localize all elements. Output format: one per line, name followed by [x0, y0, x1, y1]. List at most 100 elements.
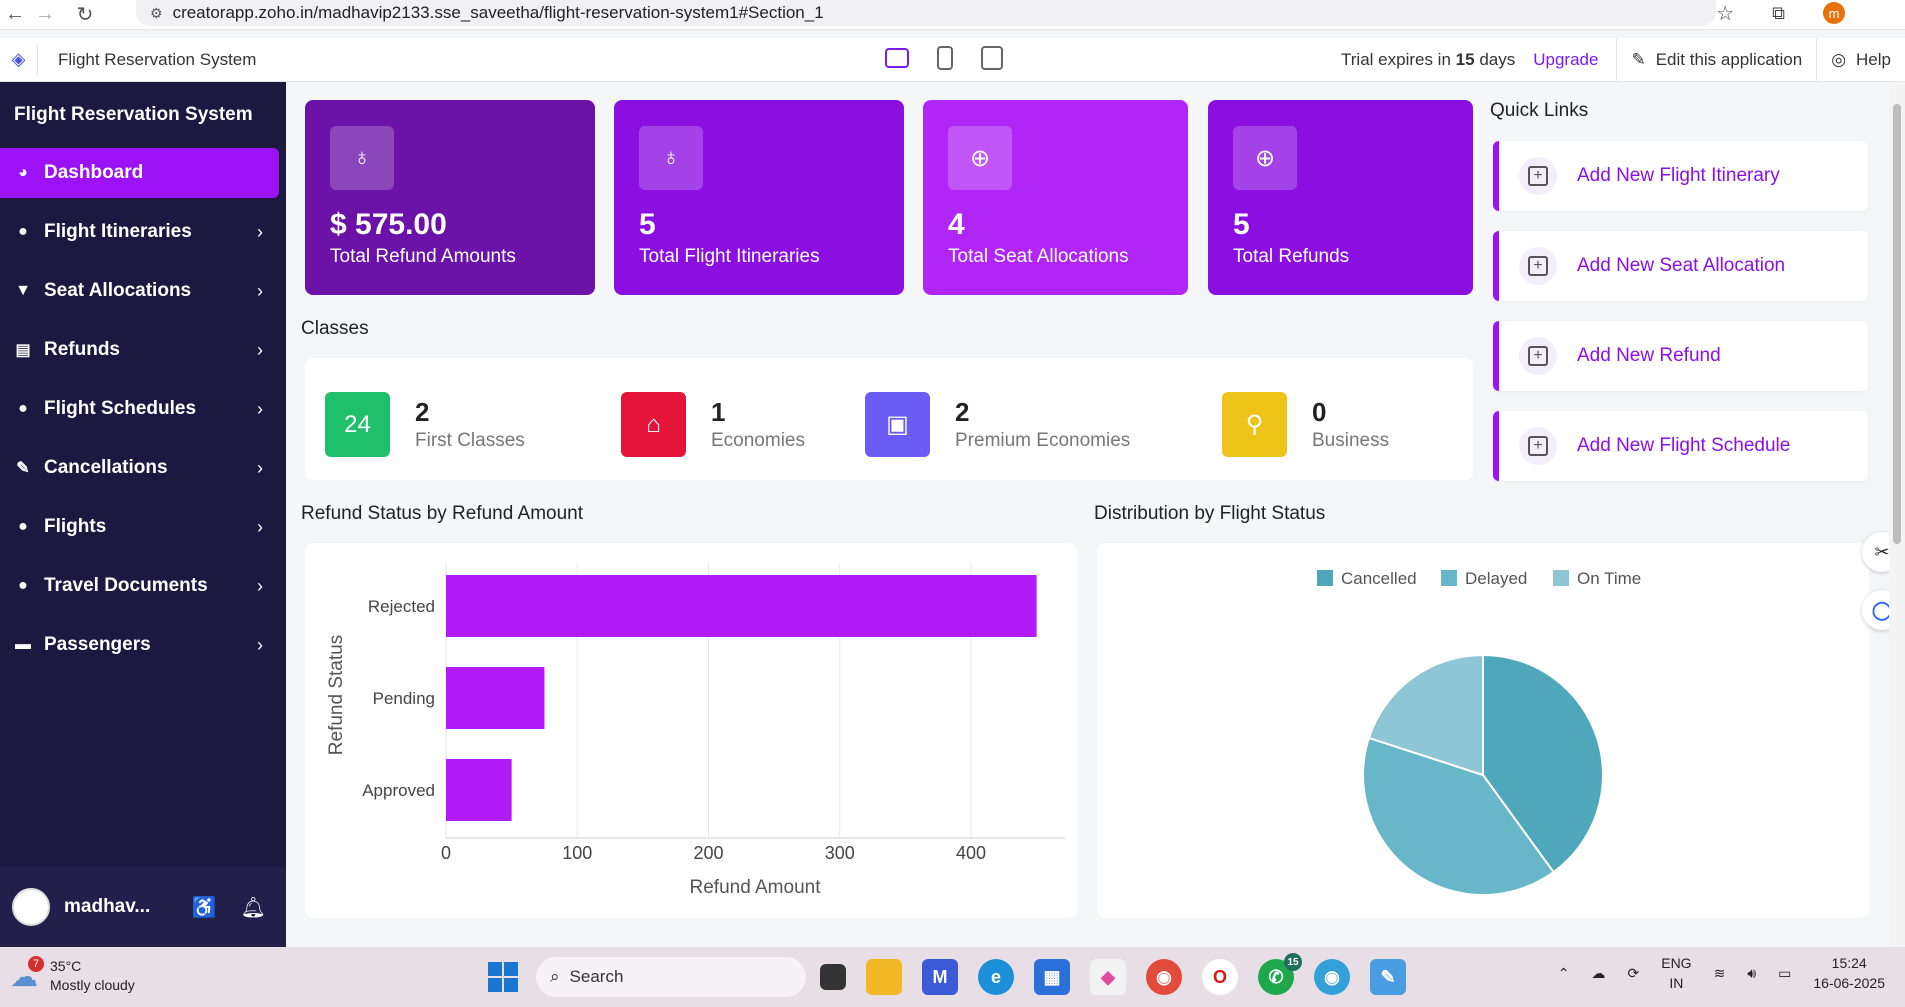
taskbar-search[interactable]: ⌕ Search: [536, 957, 806, 997]
sidebar-item-passengers[interactable]: ▬ Passengers ›: [0, 620, 279, 670]
microsoft-store-icon[interactable]: ▦: [1034, 959, 1070, 995]
help-button[interactable]: ◎ Help: [1817, 50, 1895, 70]
chevron-right-icon[interactable]: ›: [257, 340, 263, 361]
paint-icon[interactable]: ✎: [1370, 959, 1406, 995]
class-count: 2: [415, 397, 430, 427]
globe-icon: ●: [18, 223, 28, 240]
forward-icon[interactable]: →: [30, 3, 60, 26]
chevron-right-icon[interactable]: ›: [257, 222, 263, 243]
sidebar-item-dashboard[interactable]: ◕ Dashboard: [0, 148, 279, 198]
quick-link-add-new-flight-itinerary[interactable]: + Add New Flight Itinerary: [1493, 141, 1868, 211]
notification-bell-icon[interactable]: 🔔︎: [241, 895, 266, 920]
refund-bar-chart: 0 100 200 300 400 Rejected Pending Approved Refu…: [326, 563, 1065, 898]
class-label: Economies: [711, 430, 805, 451]
sidebar-item-flight-schedules[interactable]: ● Flight Schedules ›: [0, 384, 279, 434]
add-box-icon: +: [1519, 337, 1557, 375]
language-indicator[interactable]: ENG IN: [1661, 953, 1691, 993]
sync-icon[interactable]: ⟳: [1628, 965, 1640, 982]
tablet-view-icon[interactable]: [937, 46, 953, 70]
clock[interactable]: 15:24 16-06-2025: [1813, 953, 1885, 993]
back-icon[interactable]: ←: [0, 3, 30, 26]
windows-start-icon[interactable]: [488, 962, 518, 992]
edge-browser-icon[interactable]: e: [978, 959, 1014, 995]
accessibility-icon[interactable]: ♿: [192, 895, 217, 920]
refund-chart-card: 0 100 200 300 400 Rejected Pending Approved Refu…: [305, 543, 1077, 918]
sidebar-item-travel-documents[interactable]: ● Travel Documents ›: [0, 561, 279, 611]
store-icon: ⌂: [621, 392, 686, 457]
chrome-profile-icon[interactable]: ◉: [1314, 959, 1350, 995]
sidebar-item-label: Refunds: [44, 339, 120, 360]
class-label: Premium Economies: [955, 430, 1131, 451]
url-text: creatorapp.zoho.in/madhavip2133.sse_save…: [172, 3, 824, 22]
bookmark-star-icon[interactable]: ☆: [1716, 1, 1734, 26]
chevron-up-icon[interactable]: ⌃: [1558, 965, 1570, 982]
class-count: 1: [711, 397, 726, 427]
class-item[interactable]: ▣ 2 Premium Economies: [865, 392, 1130, 457]
site-settings-icon[interactable]: ⚙: [150, 5, 163, 22]
page-scrollbar[interactable]: [1889, 82, 1905, 947]
stat-value: 5: [1233, 208, 1250, 241]
opera-icon[interactable]: O: [1202, 959, 1238, 995]
weather-widget[interactable]: ☁ 7 35°C Mostly cloudy: [10, 955, 135, 995]
chevron-right-icon[interactable]: ›: [257, 517, 263, 538]
stat-card[interactable]: ♁ 5 Total Flight Itineraries: [614, 100, 904, 295]
battery-icon[interactable]: ▭: [1778, 965, 1791, 982]
sidebar-item-flights[interactable]: ● Flights ›: [0, 502, 279, 552]
chevron-right-icon[interactable]: ›: [257, 635, 263, 656]
class-item[interactable]: ⌂ 1 Economies: [621, 392, 805, 457]
chrome-icon[interactable]: ◉: [1146, 959, 1182, 995]
sidebar-item-flight-itineraries[interactable]: ● Flight Itineraries ›: [0, 207, 279, 257]
volume-icon[interactable]: 🔊︎: [1747, 965, 1756, 982]
sidebar-item-label: Cancellations: [44, 457, 168, 478]
sidebar-title: Flight Reservation System: [14, 104, 253, 125]
cup-icon: ▼: [15, 282, 31, 299]
whatsapp-icon[interactable]: ✆ 15: [1258, 953, 1302, 995]
app-m-icon[interactable]: M: [922, 959, 958, 995]
user-name[interactable]: madhav...: [64, 896, 150, 918]
y-tick-label: Pending: [373, 689, 435, 708]
class-item[interactable]: ⚲ 0 Business: [1222, 392, 1389, 457]
profile-avatar[interactable]: m: [1823, 2, 1845, 24]
distribution-chart-card: Cancelled Delayed On Time: [1097, 543, 1869, 918]
chevron-right-icon[interactable]: ›: [257, 576, 263, 597]
quick-link-add-new-seat-allocation[interactable]: + Add New Seat Allocation: [1493, 231, 1868, 301]
avatar[interactable]: [12, 888, 50, 926]
stat-card[interactable]: ⊕ 5 Total Refunds: [1208, 100, 1473, 295]
edit-application-button[interactable]: ✎ Edit this application: [1617, 50, 1816, 70]
sidebar-item-label: Seat Allocations: [44, 280, 192, 301]
zoho-creator-logo-icon[interactable]: ◈: [0, 44, 38, 75]
stat-card[interactable]: ⊕ 4 Total Seat Allocations: [923, 100, 1188, 295]
chevron-right-icon[interactable]: ›: [257, 281, 263, 302]
reload-icon[interactable]: ↻: [70, 2, 100, 27]
upgrade-link[interactable]: Upgrade: [1533, 50, 1598, 70]
y-tick-label: Approved: [362, 781, 435, 800]
pencil-icon: ✎: [1631, 50, 1646, 69]
quick-link-label: Add New Seat Allocation: [1577, 255, 1786, 276]
mobile-view-icon[interactable]: [981, 46, 1003, 70]
scroll-thumb[interactable]: [1893, 104, 1901, 544]
quick-link-add-new-flight-schedule[interactable]: + Add New Flight Schedule: [1493, 411, 1868, 481]
app-cube-icon[interactable]: ◆: [1090, 959, 1126, 995]
sidebar-item-refunds[interactable]: ▤ Refunds ›: [0, 325, 279, 375]
class-item[interactable]: 24 2 First Classes: [325, 392, 525, 457]
whatsapp-badge: 15: [1284, 953, 1302, 971]
address-bar[interactable]: ⚙ creatorapp.zoho.in/madhavip2133.sse_sa…: [136, 0, 1716, 26]
chevron-right-icon[interactable]: ›: [257, 458, 263, 479]
classes-card: 24 2 First Classes ⌂ 1 Economies ▣ 2 Premium Eco…: [305, 358, 1473, 480]
quick-link-add-new-refund[interactable]: + Add New Refund: [1493, 321, 1868, 391]
wifi-icon[interactable]: ≋: [1714, 965, 1726, 982]
sidebar-item-seat-allocations[interactable]: ▼ Seat Allocations ›: [0, 266, 279, 316]
chevron-right-icon[interactable]: ›: [257, 399, 263, 420]
class-label: First Classes: [415, 430, 525, 451]
bar: [446, 575, 1037, 637]
stat-label: Total Refund Amounts: [330, 246, 516, 267]
stat-card[interactable]: ♁ $ 575.00 Total Refund Amounts: [305, 100, 595, 295]
stat-value: 4: [948, 208, 965, 241]
file-explorer-icon[interactable]: [866, 959, 902, 995]
desktop-view-icon[interactable]: [885, 48, 909, 68]
sidebar-item-cancellations[interactable]: ✎ Cancellations ›: [0, 443, 279, 493]
task-view-icon[interactable]: [820, 964, 846, 990]
x-tick-label: 100: [562, 843, 592, 863]
onedrive-icon[interactable]: ☁: [1592, 965, 1606, 982]
extensions-icon[interactable]: ⧉: [1772, 3, 1785, 24]
